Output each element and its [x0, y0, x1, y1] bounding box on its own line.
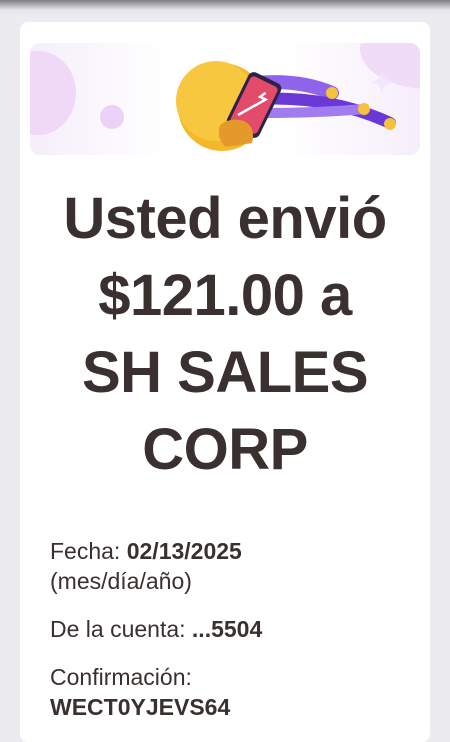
headline-line-3: SH SALES — [81, 340, 369, 405]
transaction-details: Fecha: 02/13/2025 (mes/día/año) De la cu… — [50, 536, 420, 722]
date-format-note: (mes/día/año) — [50, 568, 192, 594]
hero-illustration — [30, 43, 420, 151]
streak-dot-2 — [358, 103, 370, 115]
hero-banner — [30, 43, 420, 155]
headline-line-1: Usted envió — [63, 186, 387, 251]
account-row: De la cuenta: ...5504 — [50, 614, 420, 644]
streak-dot-1 — [326, 87, 338, 99]
sent-headline: Usted envió $121.00 a SH SALES CORP — [20, 180, 430, 488]
decor-blob-left — [30, 51, 76, 135]
confirmation-label: Confirmación: — [50, 664, 192, 690]
date-row: Fecha: 02/13/2025 — [50, 536, 420, 566]
streak-3 — [255, 104, 369, 118]
receipt-card: Usted envió $121.00 a SH SALES CORP Fech… — [20, 22, 430, 742]
headline-line-2: $121.00 a — [98, 263, 352, 328]
status-bar — [0, 0, 450, 18]
account-label: De la cuenta: — [50, 616, 186, 642]
headline-line-4: CORP — [142, 417, 308, 482]
confirmation-value: WECT0YJEVS64 — [50, 694, 231, 720]
account-value: ...5504 — [191, 616, 263, 642]
decor-dot — [100, 105, 124, 129]
date-label: Fecha: — [50, 538, 121, 564]
hand — [218, 119, 253, 147]
streak-dot-3 — [384, 118, 396, 130]
date-value: 02/13/2025 — [126, 538, 242, 564]
